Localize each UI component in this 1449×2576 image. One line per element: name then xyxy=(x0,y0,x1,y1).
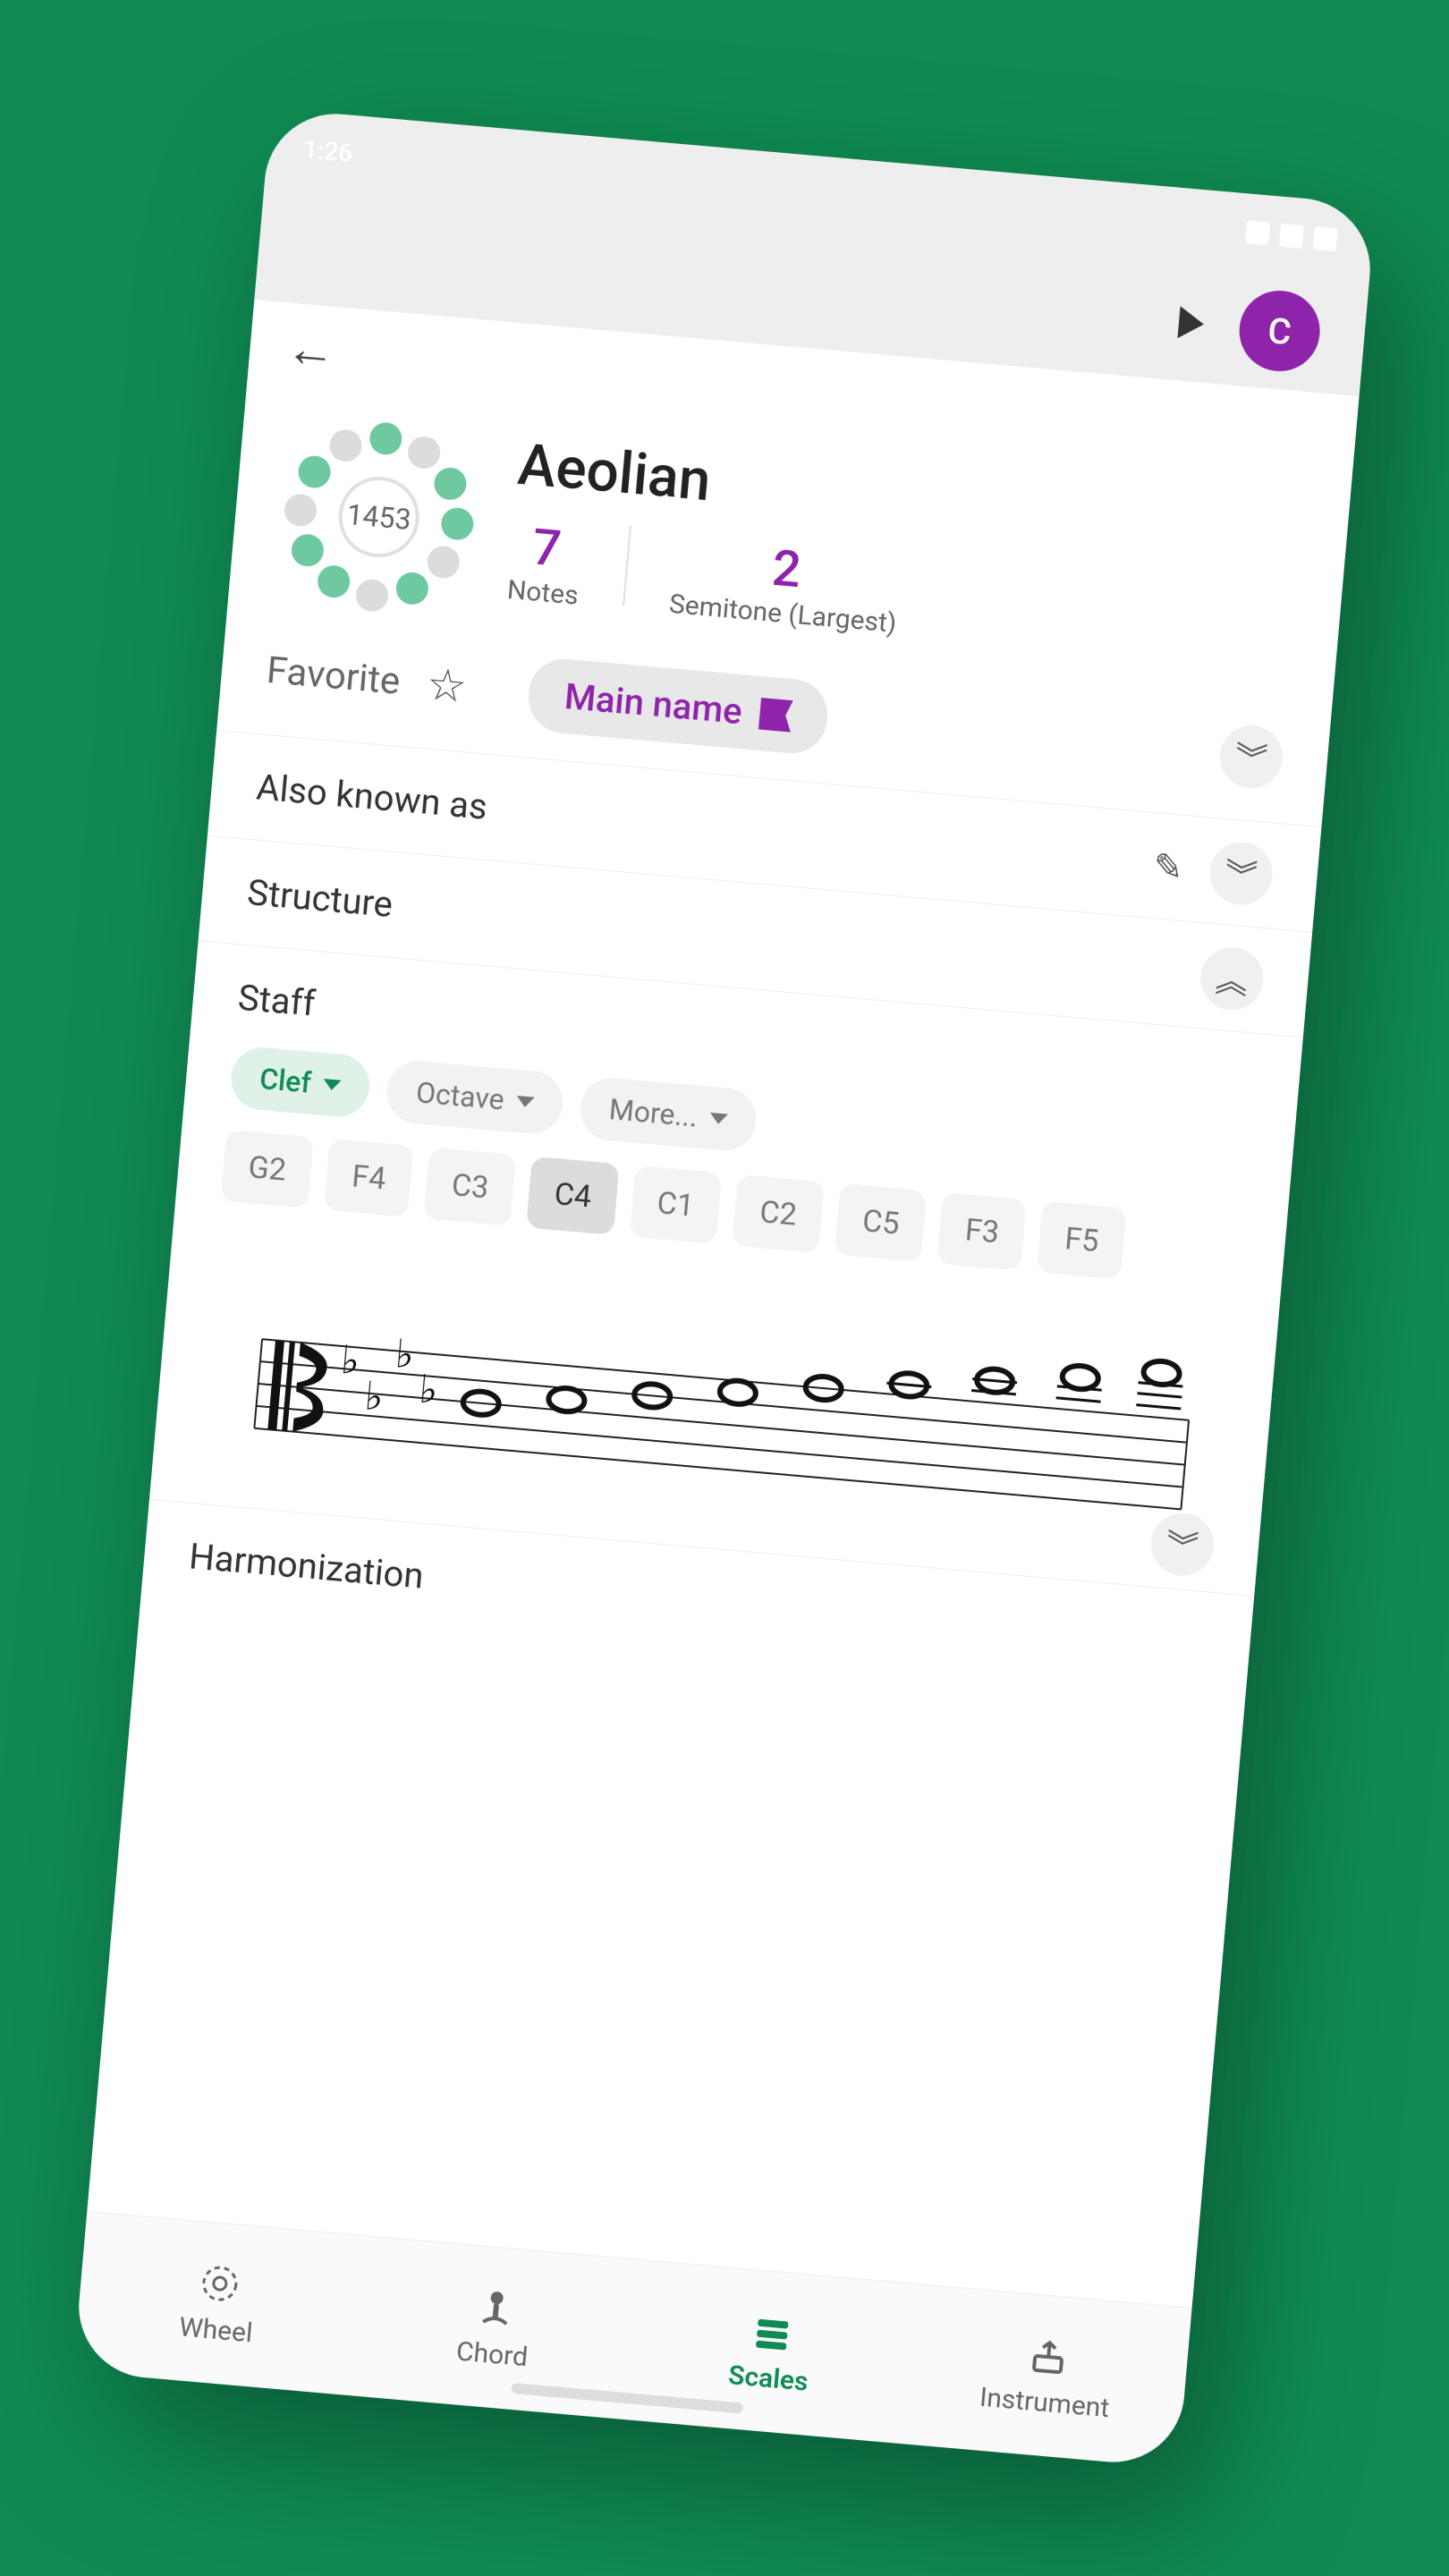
main-name-chip[interactable]: Main name xyxy=(526,657,831,757)
nav-instrument[interactable]: Instrument xyxy=(902,2284,1191,2468)
wheel-dot xyxy=(290,533,325,568)
nav-wheel[interactable]: Wheel xyxy=(73,2212,363,2395)
wheel-dot xyxy=(283,493,318,528)
main-name-text: Main name xyxy=(563,675,743,733)
wheel-dot xyxy=(317,564,352,599)
wheel-dot xyxy=(369,421,403,456)
svg-text:♭: ♭ xyxy=(394,1332,416,1377)
clef-option[interactable]: G2 xyxy=(220,1130,314,1208)
octave-filter[interactable]: Octave xyxy=(385,1058,565,1136)
scale-wheel[interactable]: 1453 xyxy=(272,411,485,623)
flag-icon xyxy=(758,698,793,733)
chevron-down-icon xyxy=(323,1079,342,1091)
wheel-dot xyxy=(407,435,442,470)
edit-icon[interactable]: ✎ xyxy=(1151,844,1184,889)
expand-button[interactable]: ︾ xyxy=(1217,723,1285,791)
chevron-down-icon xyxy=(709,1113,728,1125)
wheel-icon xyxy=(196,2259,244,2308)
favorite-label: Favorite xyxy=(265,648,402,704)
clef-option[interactable]: C3 xyxy=(424,1148,517,1226)
svg-text:♭: ♭ xyxy=(339,1338,361,1384)
clef-option[interactable]: C1 xyxy=(629,1165,722,1244)
clef-option[interactable]: F4 xyxy=(324,1139,414,1217)
wheel-dot xyxy=(354,578,389,613)
phone-frame: 1:26 C ← 1453 Aeoli xyxy=(73,108,1377,2468)
wheel-center: 1453 xyxy=(335,473,423,561)
clef-option[interactable]: F3 xyxy=(937,1192,1028,1271)
divider xyxy=(623,525,631,606)
wheel-dot xyxy=(328,428,363,463)
svg-text:♭: ♭ xyxy=(418,1368,440,1413)
stat-semitone: 2 Semitone (Largest) xyxy=(668,530,903,640)
scales-icon xyxy=(748,2308,796,2356)
instrument-icon xyxy=(1024,2332,1072,2380)
more-filter[interactable]: More... xyxy=(578,1075,758,1153)
play-icon[interactable] xyxy=(1177,306,1205,340)
clef-option[interactable]: C5 xyxy=(835,1183,928,1262)
svg-text:♭: ♭ xyxy=(363,1375,386,1420)
wheel-dot xyxy=(394,571,429,606)
wheel-dot xyxy=(433,466,468,501)
avatar-letter: C xyxy=(1267,309,1293,352)
wheel-dot xyxy=(440,506,475,541)
chord-icon xyxy=(472,2284,521,2332)
staff-notation: ♭ ♭ ♭ ♭ xyxy=(196,1227,1233,1565)
section-staff: Staff Clef Octave More... G2F4C3C xyxy=(149,941,1303,1597)
clef-option[interactable]: C4 xyxy=(526,1157,619,1235)
clef-option[interactable]: F5 xyxy=(1037,1201,1127,1280)
nav-scales[interactable]: Scales xyxy=(625,2260,915,2444)
chevron-down-icon xyxy=(516,1096,535,1108)
status-icons xyxy=(1245,220,1338,251)
wheel-dot xyxy=(297,454,332,489)
stat-notes: 7 Notes xyxy=(506,515,585,612)
clef-filter[interactable]: Clef xyxy=(229,1045,373,1119)
clef-option[interactable]: C2 xyxy=(732,1174,825,1253)
back-icon[interactable]: ← xyxy=(284,318,339,381)
avatar[interactable]: C xyxy=(1236,287,1324,375)
star-icon[interactable]: ☆ xyxy=(425,658,470,715)
status-time: 1:26 xyxy=(302,134,354,168)
wheel-dot xyxy=(426,545,461,580)
